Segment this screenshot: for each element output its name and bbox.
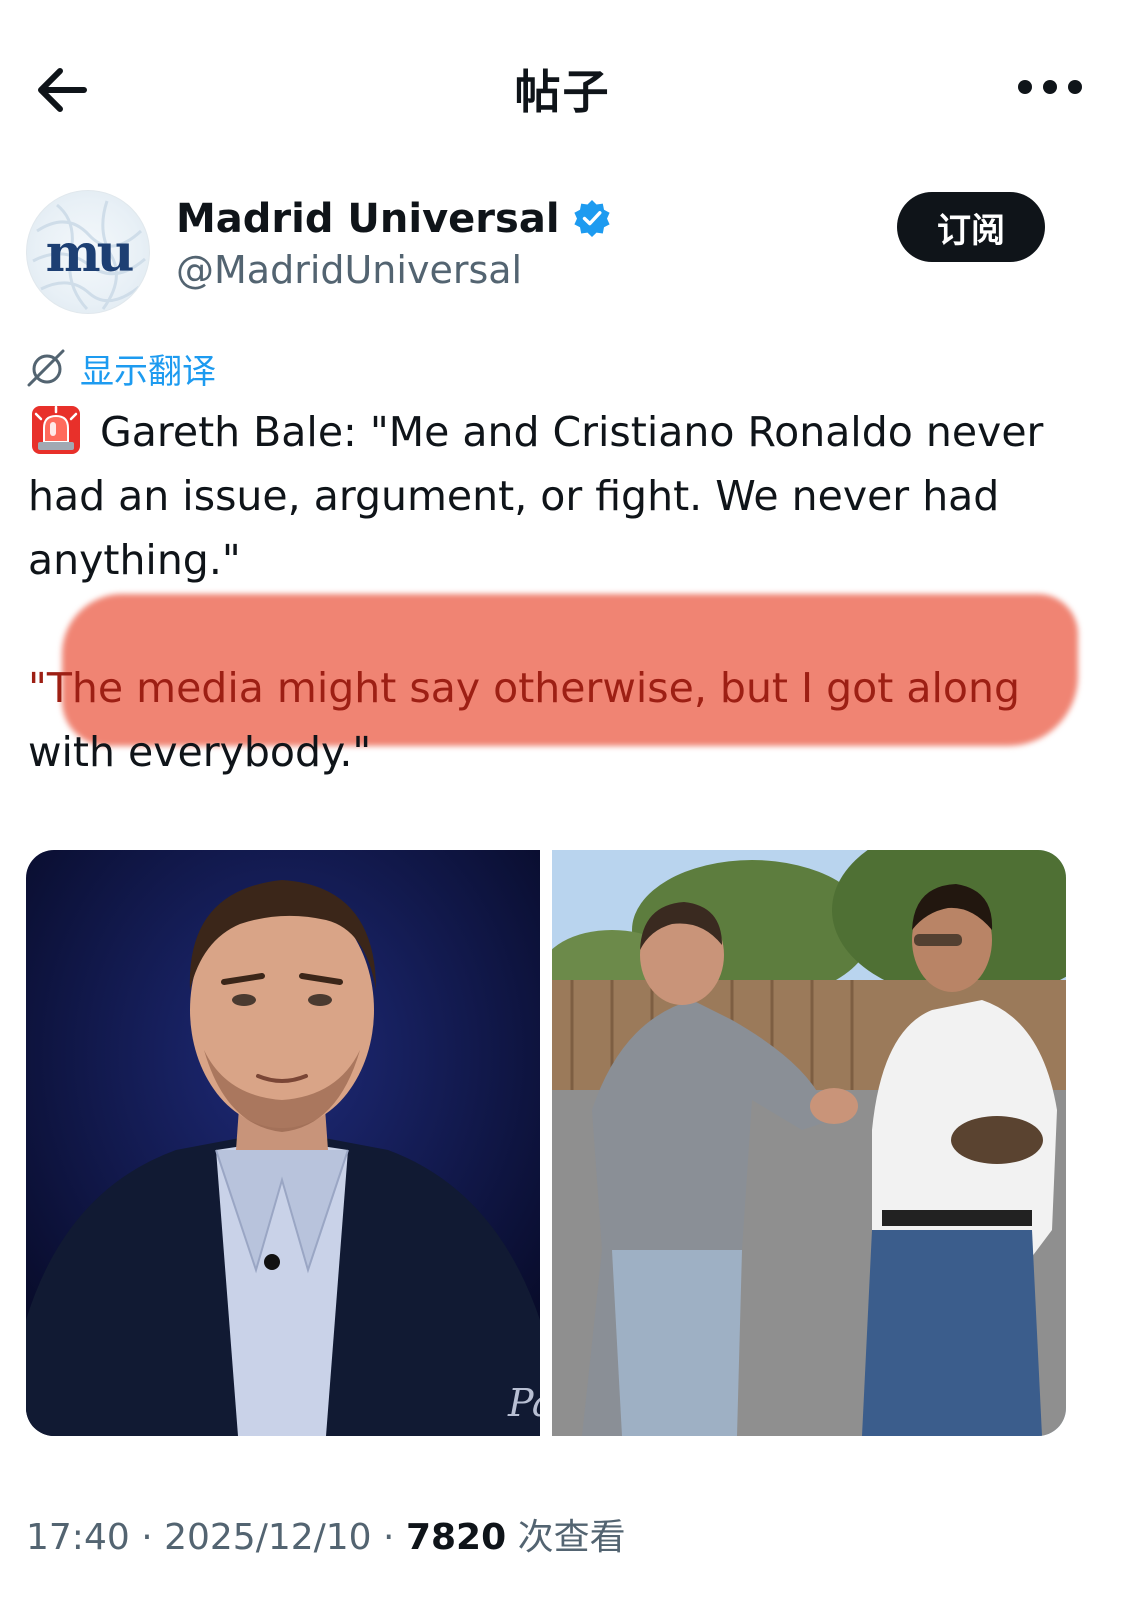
post-detail-page: 帖子 mu Madrid Universal @MadridUniversal … bbox=[0, 0, 1125, 1617]
media-grid: Pa bbox=[26, 850, 1066, 1436]
post-meta: 17:40 · 2025/12/10 · 7820 次查看 bbox=[26, 1508, 626, 1560]
meta-separator: · bbox=[383, 1517, 406, 1558]
rotating-light-emoji-icon bbox=[32, 405, 80, 454]
handshake-illustration bbox=[552, 850, 1066, 1436]
post-paragraph-2: "The media might say otherwise, but I go… bbox=[28, 656, 1088, 784]
highlighted-quote: "The media might say otherwise, but I go… bbox=[28, 664, 1020, 712]
author-handle[interactable]: @MadridUniversal bbox=[176, 248, 522, 292]
post-date: 2025/12/10 bbox=[164, 1517, 372, 1558]
avatar-logo: mu bbox=[45, 223, 135, 284]
show-translation-label[interactable]: 显示翻译 bbox=[80, 344, 216, 393]
page-title: 帖子 bbox=[514, 65, 611, 119]
photo-bale-portrait[interactable]: Pa bbox=[26, 850, 540, 1436]
top-bar: 帖子 bbox=[0, 0, 1125, 180]
watermark-text: Pa bbox=[507, 1381, 540, 1425]
more-horizontal-icon bbox=[1018, 80, 1082, 94]
post-paragraph-1: Gareth Bale: "Me and Cristiano Ronaldo n… bbox=[28, 400, 1088, 592]
view-count-label[interactable]: 次查看 bbox=[518, 1517, 626, 1558]
translate-icon bbox=[27, 349, 65, 387]
photo-bale-ronaldo-handshake[interactable] bbox=[552, 850, 1066, 1436]
author-name[interactable]: Madrid Universal bbox=[176, 196, 560, 242]
post-paragraph-1-text: Gareth Bale: "Me and Cristiano Ronaldo n… bbox=[28, 408, 1044, 584]
view-count[interactable]: 7820 bbox=[406, 1517, 506, 1558]
verified-badge-icon bbox=[573, 200, 610, 237]
more-button[interactable] bbox=[1015, 72, 1085, 102]
post-paragraph-2-rest: with everybody." bbox=[28, 728, 372, 776]
portrait-illustration: Pa bbox=[26, 850, 540, 1436]
avatar[interactable]: mu bbox=[26, 190, 150, 314]
author-name-row[interactable]: Madrid Universal bbox=[176, 196, 612, 242]
post-text: Gareth Bale: "Me and Cristiano Ronaldo n… bbox=[28, 400, 1088, 784]
meta-separator: · bbox=[141, 1517, 165, 1558]
post-time: 17:40 bbox=[26, 1517, 130, 1558]
show-translation-link[interactable]: 显示翻译 bbox=[26, 344, 216, 393]
subscribe-button[interactable]: 订阅 bbox=[897, 192, 1045, 262]
